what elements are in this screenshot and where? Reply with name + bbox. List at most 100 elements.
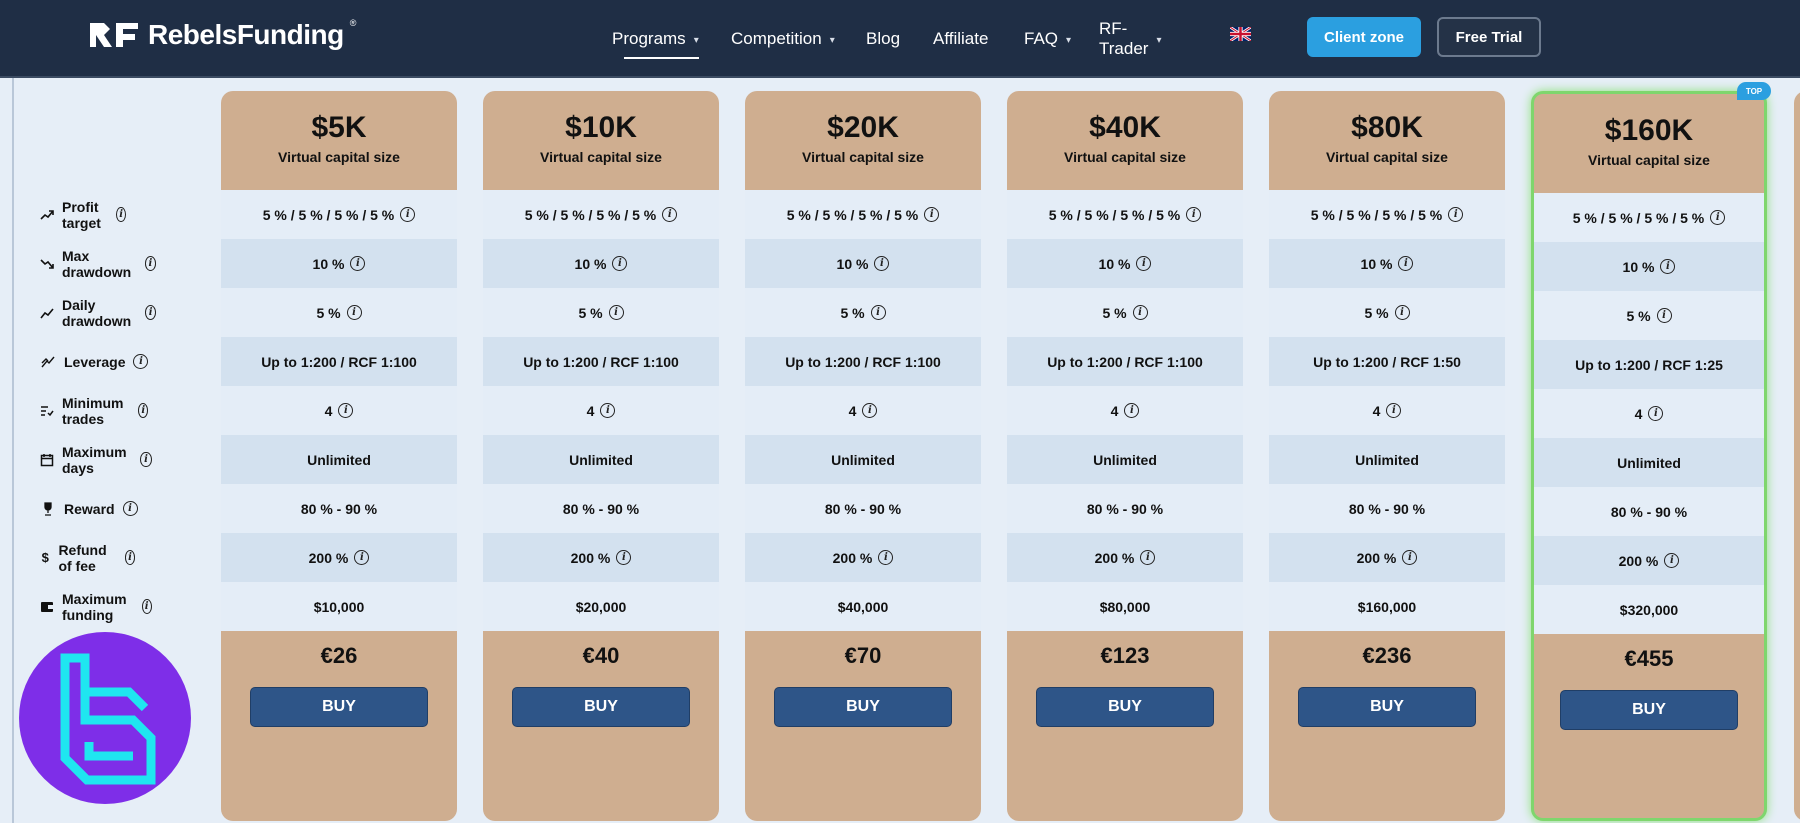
plan-cell-value: 200 %	[308, 549, 349, 566]
plan-cell-profit-target: 5 % / 5 % / 5 % / 5 % i	[483, 190, 719, 239]
buy-button[interactable]: BUY	[512, 687, 690, 727]
nav-item-competition[interactable]: Competition ▾	[731, 0, 835, 78]
info-icon[interactable]: i	[133, 354, 149, 369]
plan-cell-value: $160,000	[1357, 598, 1417, 615]
nav-item-label: RF-Trader	[1099, 19, 1149, 58]
plan-card: $40K Virtual capital size 5 % / 5 % / 5 % …	[1007, 91, 1243, 821]
plan-cell-value: 10 %	[836, 255, 869, 272]
info-icon[interactable]: i	[1664, 553, 1680, 568]
info-icon[interactable]: i	[138, 403, 149, 418]
info-icon[interactable]: i	[1386, 403, 1402, 418]
info-icon[interactable]: i	[144, 256, 157, 271]
info-icon[interactable]: i	[140, 452, 152, 467]
info-icon[interactable]: i	[870, 305, 886, 320]
info-icon[interactable]: i	[878, 550, 894, 565]
plan-cell-value: 80 % - 90 %	[1348, 500, 1426, 517]
nav-item-blog[interactable]: Blog	[866, 0, 900, 78]
info-icon[interactable]: i	[1136, 256, 1152, 271]
plan-cell-daily-drawdown: 5 % i	[1534, 291, 1764, 340]
plan-cell-max-drawdown: 10 % i	[1269, 239, 1505, 288]
buy-button[interactable]: BUY	[774, 687, 952, 727]
buy-button[interactable]: BUY	[1560, 690, 1738, 730]
info-icon[interactable]: i	[874, 256, 890, 271]
plan-cell-max-drawdown: 10 % i	[1534, 242, 1764, 291]
feature-label-text: Daily drawdown	[62, 296, 132, 329]
info-icon[interactable]: i	[1140, 550, 1156, 565]
plan-cell-maximum-days: Unlimited	[221, 435, 457, 484]
calendar-icon	[40, 452, 54, 468]
plan-cell-value: Up to 1:200 / RCF 1:100	[785, 353, 941, 370]
info-icon[interactable]: i	[1710, 210, 1726, 225]
info-icon[interactable]: i	[346, 305, 362, 320]
chevron-down-icon: ▾	[1066, 34, 1072, 46]
free-trial-button[interactable]: Free Trial	[1437, 17, 1541, 57]
nav-item-rf-trader[interactable]: RF-Trader ▾	[1099, 0, 1161, 78]
plan-card-header: $160K Virtual capital size	[1534, 94, 1764, 193]
brand-logo[interactable]: RebelsFunding ®	[88, 18, 356, 52]
feature-label-text: Minimum trades	[62, 394, 124, 427]
client-zone-button[interactable]: Client zone	[1307, 17, 1421, 57]
info-icon[interactable]: i	[122, 501, 138, 516]
info-icon[interactable]: i	[350, 256, 366, 271]
buy-button[interactable]: BUY	[1036, 687, 1214, 727]
feature-label-minimum-trades: Minimum trades i	[40, 386, 149, 435]
plan-capital-size: $80K	[1351, 111, 1423, 144]
info-icon[interactable]: i	[1398, 256, 1414, 271]
plan-cell-value: 5 %	[1102, 304, 1127, 321]
plan-cell-maximum-days: Unlimited	[1269, 435, 1505, 484]
info-icon[interactable]: i	[662, 207, 678, 222]
info-icon[interactable]: i	[1132, 305, 1148, 320]
info-icon[interactable]: i	[400, 207, 416, 222]
info-icon[interactable]: i	[145, 305, 157, 320]
plan-cell-profit-target: 5 % / 5 % / 5 % / 5 % i	[1007, 190, 1243, 239]
info-icon[interactable]: i	[616, 550, 632, 565]
info-icon[interactable]: i	[612, 256, 628, 271]
info-icon[interactable]: i	[862, 403, 878, 418]
uk-flag-icon[interactable]	[1230, 27, 1251, 41]
plan-card-header: $10K Virtual capital size	[483, 91, 719, 190]
left-edge-divider	[12, 78, 14, 823]
info-icon[interactable]: i	[1656, 308, 1672, 323]
plan-cell-profit-target: 5 % / 5 % / 5 % / 5 % i	[1269, 190, 1505, 239]
plan-cell-value: 80 % - 90 %	[562, 500, 640, 517]
next-plan-card-edge	[1794, 91, 1800, 821]
plan-cell-refund-of-fee: 200 % i	[1269, 533, 1505, 582]
plan-cell-value: Up to 1:200 / RCF 1:100	[1047, 353, 1203, 370]
trend-down-icon	[40, 256, 54, 272]
top-navbar: RebelsFunding ® Programs ▾ Competition ▾ Blo…	[0, 0, 1800, 78]
nav-item-affiliate[interactable]: Affiliate	[933, 0, 988, 78]
plan-cell-value: Unlimited	[831, 451, 895, 468]
plan-cell-value: 10 %	[1098, 255, 1131, 272]
info-icon[interactable]: i	[141, 599, 152, 614]
info-icon[interactable]: i	[1124, 403, 1140, 418]
plan-card-header: $20K Virtual capital size	[745, 91, 981, 190]
buy-button[interactable]: BUY	[1298, 687, 1476, 727]
info-icon[interactable]: i	[354, 550, 370, 565]
nav-item-programs[interactable]: Programs ▾	[612, 0, 699, 78]
buy-button[interactable]: BUY	[250, 687, 428, 727]
plan-cell-value: Unlimited	[307, 451, 371, 468]
plan-cell-maximum-funding: $320,000	[1534, 585, 1764, 634]
info-icon[interactable]: i	[1660, 259, 1676, 274]
watermark-logo	[19, 632, 191, 804]
plan-cell-value: Unlimited	[1617, 454, 1681, 471]
info-icon[interactable]: i	[1448, 207, 1464, 222]
info-icon[interactable]: i	[124, 550, 136, 565]
plan-capital-subtitle: Virtual capital size	[278, 149, 400, 165]
plan-cell-maximum-days: Unlimited	[1007, 435, 1243, 484]
info-icon[interactable]: i	[1648, 406, 1664, 421]
info-icon[interactable]: i	[1402, 550, 1418, 565]
nav-item-faq[interactable]: FAQ ▾	[1024, 0, 1071, 78]
list-check-icon	[40, 403, 54, 419]
plan-cell-minimum-trades: 4i	[221, 386, 457, 435]
info-icon[interactable]: i	[600, 403, 616, 418]
info-icon[interactable]: i	[1186, 207, 1202, 222]
plan-cell-maximum-days: Unlimited	[745, 435, 981, 484]
info-icon[interactable]: i	[116, 207, 126, 222]
plan-capital-subtitle: Virtual capital size	[540, 149, 662, 165]
info-icon[interactable]: i	[608, 305, 624, 320]
info-icon[interactable]: i	[1394, 305, 1410, 320]
plan-cell-leverage: Up to 1:200 / RCF 1:25	[1534, 340, 1764, 389]
info-icon[interactable]: i	[924, 207, 940, 222]
info-icon[interactable]: i	[338, 403, 354, 418]
